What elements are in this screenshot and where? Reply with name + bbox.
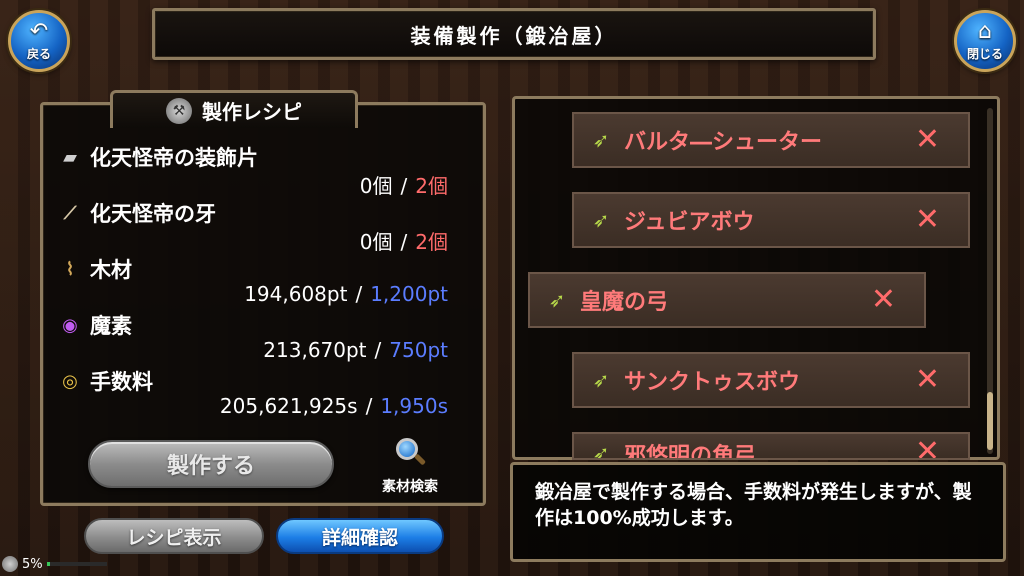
recipe-list-item-selected[interactable]: ➶ 皇魔の弓 ✕	[528, 272, 926, 328]
material-name: 化天怪帝の牙	[90, 202, 216, 226]
detail-confirm-button[interactable]: 詳細確認	[276, 518, 444, 554]
bow-icon: ➶	[592, 368, 610, 392]
material-quantity: 194,608pt/1,200pt	[244, 282, 448, 306]
recipe-list-item[interactable]: ➶ バルタ―シューター ✕	[572, 112, 970, 168]
unavailable-mark: ✕	[914, 122, 940, 157]
coins-icon: ◎	[62, 370, 78, 392]
material-quantity: 205,621,925s/1,950s	[219, 394, 448, 418]
back-label: 戻る	[26, 46, 51, 61]
material-quantity: 213,670pt/750pt	[263, 338, 448, 362]
status-percent: 5%	[22, 556, 43, 572]
home-icon: ⌂	[978, 18, 992, 44]
material-row: ◉ 魔素 213,670pt/750pt	[56, 310, 448, 370]
material-row: ▰ 化天怪帝の装飾片 0個/2個	[56, 142, 448, 202]
bow-icon: ➶	[592, 208, 610, 232]
magnifier-icon	[394, 438, 427, 470]
scrollbar-thumb[interactable]	[987, 392, 993, 450]
craft-button[interactable]: 製作する	[88, 440, 334, 488]
back-arrow-icon: ↶	[29, 18, 49, 44]
material-name: 化天怪帝の装飾片	[90, 146, 258, 170]
recipe-name: バルタ―シューター	[624, 130, 823, 155]
recipe-list-item[interactable]: ➶ ジュビアボウ ✕	[572, 192, 970, 248]
search-material-button[interactable]: 素材検索	[368, 438, 452, 496]
bow-icon: ➶	[592, 128, 610, 152]
page-title: 装備製作（鍛冶屋）	[410, 23, 618, 48]
recipe-list-item[interactable]: ➶ 邪悠明の角弓 ✕	[572, 432, 970, 460]
material-name: 木材	[90, 258, 132, 282]
back-button[interactable]: ↶ 戻る	[8, 10, 70, 72]
ornament-fragment-icon: ▰	[63, 146, 77, 168]
fang-icon: ⟋	[63, 202, 77, 224]
info-message: 鍛冶屋で製作する場合、手数料が発生しますが、製作は100%成功します。	[510, 462, 1006, 562]
unavailable-mark: ✕	[870, 282, 896, 317]
material-row: ⌇ 木材 194,608pt/1,200pt	[56, 254, 448, 314]
bow-icon: ➶	[592, 441, 610, 460]
recipe-display-button[interactable]: レシピ表示	[84, 518, 264, 554]
unavailable-mark: ✕	[914, 202, 940, 237]
material-quantity: 0個/2個	[359, 230, 448, 254]
search-material-label: 素材検索	[382, 479, 438, 495]
title-bar: 装備製作（鍛冶屋）	[152, 8, 876, 60]
unavailable-mark: ✕	[914, 362, 940, 397]
material-quantity: 0個/2個	[359, 174, 448, 198]
recipe-name: ジュビアボウ	[624, 210, 755, 235]
recipe-list-item[interactable]: ➶ サンクトゥスボウ ✕	[572, 352, 970, 408]
recipe-panel-tab: ⚒ 製作レシピ	[110, 90, 358, 128]
recipe-name: 皇魔の弓	[580, 290, 669, 315]
bow-icon: ➶	[548, 288, 566, 312]
recipe-name: 邪悠明の角弓	[624, 444, 757, 460]
material-name: 魔素	[90, 314, 132, 338]
material-name: 手数料	[90, 370, 153, 394]
wood-icon: ⌇	[65, 258, 75, 280]
recipe-icon: ⚒	[166, 97, 192, 124]
recipe-panel-title: 製作レシピ	[202, 100, 302, 124]
status-indicator: 5%	[2, 556, 107, 572]
status-bar	[46, 562, 107, 566]
status-icon	[2, 556, 18, 572]
material-row: ◎ 手数料 205,621,925s/1,950s	[56, 366, 448, 426]
unavailable-mark: ✕	[914, 434, 940, 460]
recipe-name: サンクトゥスボウ	[624, 370, 801, 395]
close-label: 閉じる	[966, 46, 1003, 61]
magic-essence-icon: ◉	[62, 314, 78, 336]
material-row: ⟋ 化天怪帝の牙 0個/2個	[56, 198, 448, 258]
close-button[interactable]: ⌂ 閉じる	[954, 10, 1016, 72]
